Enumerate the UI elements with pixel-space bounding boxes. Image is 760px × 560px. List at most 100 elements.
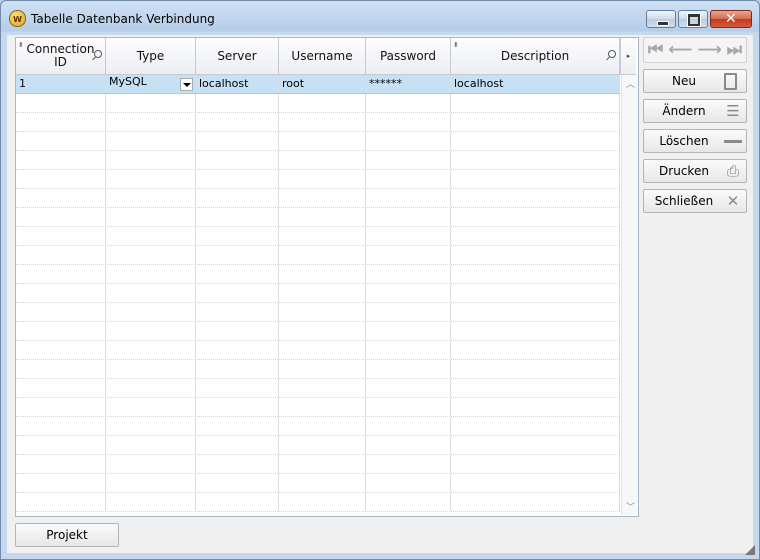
table-cell[interactable] [366, 132, 451, 150]
table-cell[interactable] [16, 227, 106, 245]
edit-button[interactable]: Ändern ☰ [643, 99, 747, 123]
table-cell[interactable] [16, 341, 106, 359]
table-cell[interactable] [106, 474, 196, 492]
table-cell[interactable] [366, 151, 451, 169]
table-cell[interactable] [279, 303, 366, 321]
table-cell[interactable] [106, 284, 196, 302]
table-row[interactable] [16, 455, 620, 474]
table-cell[interactable] [16, 189, 106, 207]
table-cell[interactable] [196, 284, 279, 302]
table-row[interactable] [16, 379, 620, 398]
table-cell[interactable] [196, 170, 279, 188]
table-cell[interactable] [106, 246, 196, 264]
table-cell[interactable] [16, 265, 106, 283]
table-cell[interactable] [16, 417, 106, 435]
table-cell[interactable] [16, 322, 106, 340]
table-cell[interactable] [196, 322, 279, 340]
table-row[interactable]: 1 MySQL localhost root ****** localhost [16, 75, 620, 94]
table-cell[interactable] [16, 303, 106, 321]
table-cell[interactable] [196, 436, 279, 454]
table-cell[interactable] [451, 322, 620, 340]
column-header-3[interactable]: Username [279, 38, 366, 74]
connection-table[interactable]: Connection ID ⬍ Type Server Username Password… [15, 37, 639, 517]
table-row[interactable] [16, 113, 620, 132]
table-cell[interactable] [451, 227, 620, 245]
table-cell[interactable] [196, 398, 279, 416]
table-row[interactable] [16, 208, 620, 227]
table-cell[interactable] [196, 113, 279, 131]
table-cell[interactable] [366, 493, 451, 511]
search-filter-icon[interactable] [94, 50, 102, 58]
delete-button[interactable]: Löschen [643, 129, 747, 153]
table-cell[interactable] [451, 360, 620, 378]
table-cell[interactable] [366, 113, 451, 131]
table-cell[interactable] [366, 322, 451, 340]
table-cell[interactable] [106, 398, 196, 416]
table-cell[interactable] [279, 227, 366, 245]
table-cell[interactable] [16, 113, 106, 131]
table-cell[interactable] [366, 360, 451, 378]
table-cell[interactable] [16, 132, 106, 150]
table-row[interactable] [16, 436, 620, 455]
first-record-icon[interactable]: ⏮ [648, 40, 663, 60]
table-cell[interactable] [16, 94, 106, 112]
table-cell[interactable] [16, 151, 106, 169]
table-cell[interactable] [196, 341, 279, 359]
vertical-scrollbar[interactable]: ︿ ﹀ [621, 75, 638, 515]
table-cell[interactable] [279, 398, 366, 416]
table-cell[interactable] [196, 246, 279, 264]
table-cell[interactable] [451, 436, 620, 454]
table-cell[interactable] [366, 303, 451, 321]
table-cell[interactable] [451, 246, 620, 264]
table-cell[interactable] [451, 265, 620, 283]
table-cell[interactable] [366, 208, 451, 226]
table-cell[interactable] [366, 455, 451, 473]
table-cell[interactable]: MySQL [106, 75, 196, 93]
table-cell[interactable] [106, 455, 196, 473]
close-button[interactable]: Schließen ✕ [643, 189, 747, 213]
table-cell[interactable] [279, 151, 366, 169]
table-cell[interactable] [106, 170, 196, 188]
table-cell[interactable] [16, 474, 106, 492]
table-cell[interactable] [279, 360, 366, 378]
table-row[interactable] [16, 341, 620, 360]
table-cell[interactable] [16, 360, 106, 378]
table-row[interactable] [16, 493, 620, 512]
table-cell[interactable] [279, 455, 366, 473]
table-row[interactable] [16, 132, 620, 151]
table-cell[interactable] [451, 303, 620, 321]
table-cell[interactable] [366, 341, 451, 359]
scroll-up-icon[interactable]: ︿ [626, 77, 635, 90]
table-cell[interactable] [16, 246, 106, 264]
table-cell[interactable] [366, 436, 451, 454]
table-row[interactable] [16, 94, 620, 113]
table-cell[interactable] [106, 303, 196, 321]
table-cell[interactable] [106, 322, 196, 340]
resize-grip-icon[interactable] [745, 545, 755, 555]
table-cell[interactable] [451, 341, 620, 359]
table-row[interactable] [16, 265, 620, 284]
table-cell[interactable] [106, 151, 196, 169]
table-cell[interactable]: 1 [16, 75, 106, 93]
table-cell[interactable] [196, 493, 279, 511]
table-cell[interactable] [106, 341, 196, 359]
column-header-0[interactable]: Connection ID ⬍ [16, 38, 106, 74]
table-cell[interactable] [196, 189, 279, 207]
table-cell[interactable] [16, 284, 106, 302]
table-cell[interactable] [366, 417, 451, 435]
table-cell[interactable] [279, 284, 366, 302]
table-cell[interactable] [451, 398, 620, 416]
table-cell[interactable] [279, 379, 366, 397]
table-cell[interactable] [106, 208, 196, 226]
close-window-button[interactable]: ✕ [710, 10, 752, 28]
table-cell[interactable] [279, 474, 366, 492]
table-cell[interactable]: root [279, 75, 366, 93]
table-cell[interactable] [451, 113, 620, 131]
title-bar[interactable]: W Tabelle Datenbank Verbindung ✕ [1, 1, 759, 35]
new-button[interactable]: Neu [643, 69, 747, 93]
table-cell[interactable] [451, 379, 620, 397]
table-cell[interactable] [106, 94, 196, 112]
dropdown-arrow-icon[interactable] [180, 78, 193, 91]
table-cell[interactable] [366, 474, 451, 492]
table-cell[interactable] [106, 113, 196, 131]
